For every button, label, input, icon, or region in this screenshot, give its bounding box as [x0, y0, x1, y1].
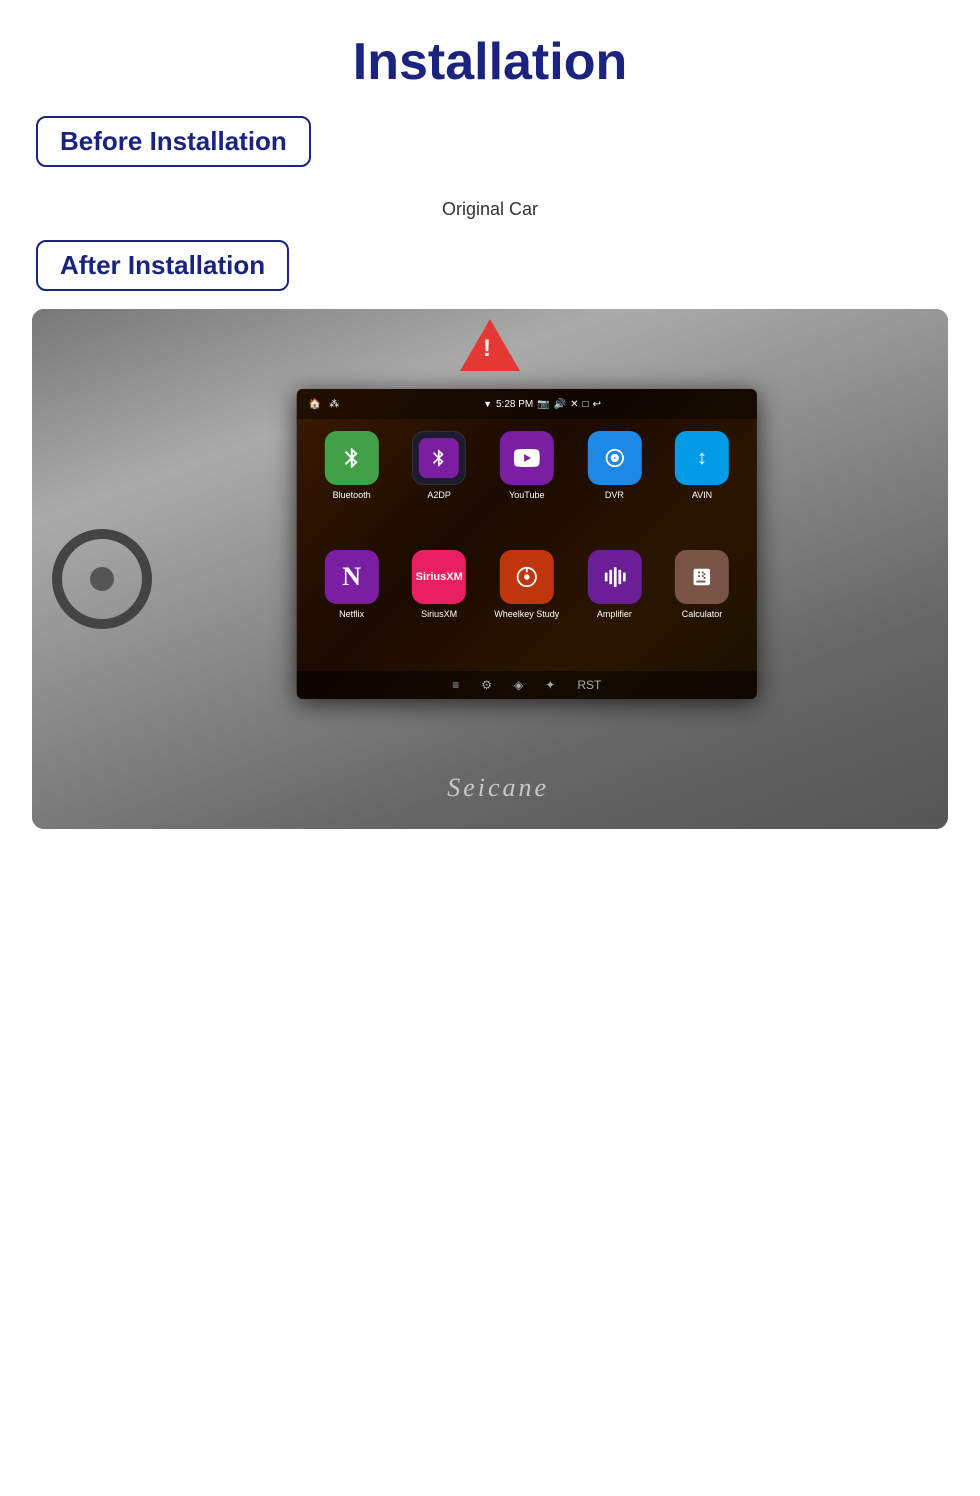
after-image-container: 🏠 ⁂ ▼ 5:28 PM 📷 🔊 ✕ □ ↩ — [32, 309, 948, 829]
steering-wheel-after — [52, 529, 152, 629]
youtube-icon — [500, 431, 554, 485]
app-item-a2dp[interactable]: A2DP — [400, 431, 478, 540]
app-item-bluetooth[interactable]: Bluetooth — [313, 431, 391, 540]
before-caption: Original Car — [0, 185, 980, 240]
back-icon: ↩ — [593, 399, 601, 410]
netflix-label: Netflix — [339, 609, 364, 619]
before-badge-text: Before Installation — [60, 126, 287, 157]
app-item-youtube[interactable]: YouTube — [488, 431, 566, 540]
dvr-label: DVR — [605, 490, 624, 500]
warning-triangle-after — [460, 319, 520, 371]
wheelkey-label: Wheelkey Study — [494, 609, 559, 619]
calculator-label: Calculator — [682, 609, 723, 619]
netflix-icon: N — [325, 550, 379, 604]
bluetooth-label: Bluetooth — [333, 490, 371, 500]
app-item-calculator[interactable]: Calculator — [663, 550, 741, 659]
before-section: Before Installation ⬛ ⬛ ⬛ ⬛⬛⬛⬛ — [0, 116, 980, 240]
status-left: 🏠 ⁂ — [309, 399, 339, 410]
wheelkey-icon — [500, 550, 554, 604]
bottom-icon-5[interactable]: RST — [577, 678, 601, 692]
x-icon: ✕ — [570, 399, 578, 410]
a2dp-icon — [412, 431, 466, 485]
calculator-icon — [675, 550, 729, 604]
settings-icon: ⁂ — [329, 399, 339, 410]
siriusxm-icon: SiriusXM — [412, 550, 466, 604]
signal-icon: ▼ — [483, 399, 492, 409]
status-time: 5:28 PM — [496, 399, 533, 410]
home-icon[interactable]: 🏠 — [309, 399, 321, 410]
bluetooth-icon — [325, 431, 379, 485]
screen-inner: 🏠 ⁂ ▼ 5:28 PM 📷 🔊 ✕ □ ↩ — [297, 389, 757, 699]
infotainment-screen: 🏠 ⁂ ▼ 5:28 PM 📷 🔊 ✕ □ ↩ — [297, 389, 757, 699]
bottom-icon-1[interactable]: ≡ — [452, 678, 459, 692]
bottom-icon-4[interactable]: ✦ — [545, 678, 555, 692]
window-icon: □ — [583, 399, 589, 410]
app-item-avin[interactable]: ↕ AVIN — [663, 431, 741, 540]
app-item-siriusxm[interactable]: SiriusXM SiriusXM — [400, 550, 478, 659]
bottom-icon-3[interactable]: ◈ — [514, 678, 523, 692]
camera-icon: 📷 — [537, 399, 549, 410]
before-badge: Before Installation — [36, 116, 311, 167]
app-item-wheelkey[interactable]: Wheelkey Study — [488, 550, 566, 659]
volume-icon: 🔊 — [554, 399, 566, 410]
app-item-dvr[interactable]: DVR — [576, 431, 654, 540]
status-bar: 🏠 ⁂ ▼ 5:28 PM 📷 🔊 ✕ □ ↩ — [297, 389, 757, 419]
avin-icon: ↕ — [675, 431, 729, 485]
page-title: Installation — [0, 0, 980, 116]
app-grid: Bluetooth A2DP — [297, 419, 757, 671]
amplifier-label: Amplifier — [597, 609, 632, 619]
seicane-brand: Seicane — [447, 773, 549, 803]
after-dashboard: 🏠 ⁂ ▼ 5:28 PM 📷 🔊 ✕ □ ↩ — [32, 309, 948, 829]
after-badge: After Installation — [36, 240, 289, 291]
a2dp-inner — [419, 438, 459, 478]
after-badge-text: After Installation — [60, 250, 265, 281]
app-item-netflix[interactable]: N Netflix — [313, 550, 391, 659]
avin-label: AVIN — [692, 490, 712, 500]
siriusxm-label: SiriusXM — [421, 609, 457, 619]
app-item-amplifier[interactable]: Amplifier — [576, 550, 654, 659]
after-section: After Installation 🏠 ⁂ ▼ — [0, 240, 980, 829]
a2dp-label: A2DP — [427, 490, 451, 500]
dvr-icon — [587, 431, 641, 485]
amplifier-icon — [587, 550, 641, 604]
youtube-label: YouTube — [509, 490, 544, 500]
status-center: ▼ 5:28 PM 📷 🔊 ✕ □ ↩ — [483, 399, 601, 410]
bottom-bar: ≡ ⚙ ◈ ✦ RST — [297, 671, 757, 699]
bottom-icon-2[interactable]: ⚙ — [481, 678, 492, 692]
